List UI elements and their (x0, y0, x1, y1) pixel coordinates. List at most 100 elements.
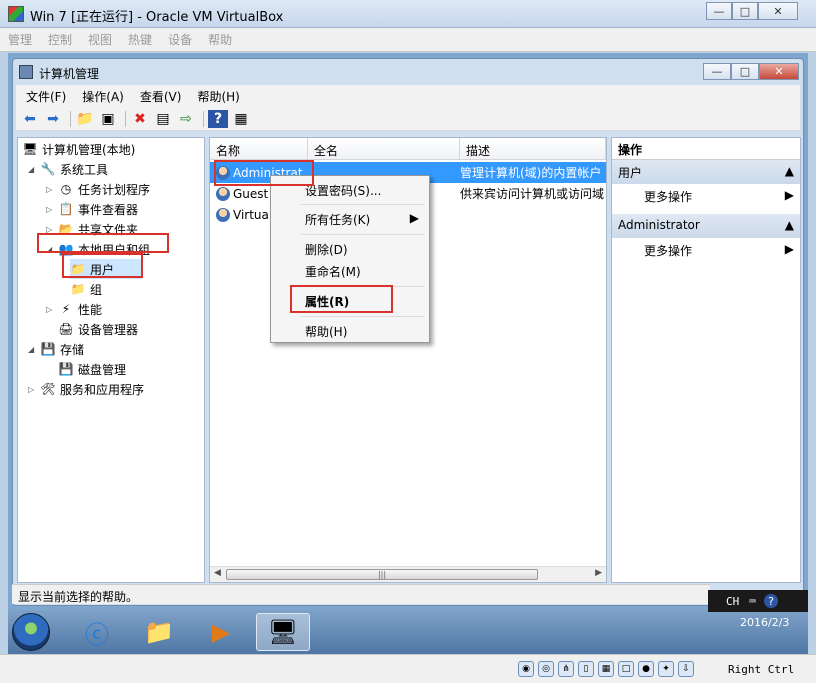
mmc-minimize-button[interactable]: — (703, 63, 731, 80)
tree-item-system-tools[interactable]: ◢ 🔧 系统工具 (28, 159, 108, 179)
menu-item-rename[interactable]: 重命名(M) (273, 260, 427, 282)
menu-help[interactable]: 帮助(H) (197, 88, 239, 105)
collapse-up-icon[interactable]: ▲ (785, 164, 794, 180)
language-bar[interactable]: CH ⌨ ? (708, 590, 808, 612)
optical-drive-icon[interactable]: ◎ (538, 661, 554, 677)
context-menu: 设置密码(S)... 所有任务(K) ▶ 删除(D) 重命名(M) 属性(R) 帮… (270, 175, 430, 343)
mmc-title: 计算机管理 (39, 67, 100, 81)
menu-action[interactable]: 操作(A) (82, 88, 124, 105)
toolbar-separator (70, 110, 71, 127)
back-arrow-icon[interactable]: ⬅ (20, 110, 40, 128)
user-icon (216, 207, 230, 222)
menu-item-delete[interactable]: 删除(D) (273, 238, 427, 260)
more-actions-users[interactable]: 更多操作 ▶ (612, 184, 800, 208)
network-icon[interactable]: ▦ (598, 661, 614, 677)
expand-arrow-icon[interactable]: ▷ (46, 305, 58, 314)
menu-view[interactable]: 查看(V) (140, 88, 182, 105)
tree-item-event-viewer[interactable]: ▷ 📋 事件查看器 (46, 199, 138, 219)
tree-item-performance[interactable]: ▷ ⚡ 性能 (46, 299, 102, 319)
scroll-right-icon[interactable]: ▶ (595, 568, 602, 578)
submenu-arrow-icon: ▶ (409, 211, 419, 225)
performance-icon: ⚡ (61, 302, 71, 316)
maximize-button[interactable]: □ (732, 2, 758, 20)
taskbar: ⓒ 📁 ▶ 🖥 2016/2/3 (8, 610, 808, 654)
expand-arrow-icon[interactable]: ▷ (28, 385, 40, 394)
expand-arrow-icon[interactable]: ▷ (46, 185, 58, 194)
menu-item-all-tasks[interactable]: 所有任务(K) ▶ (273, 208, 427, 230)
actions-group-users[interactable]: 用户 ▲ (612, 160, 800, 184)
tree-item-root[interactable]: 🖥 计算机管理(本地) (22, 139, 135, 159)
up-folder-icon[interactable]: 📁 (75, 110, 95, 128)
hard-disk-icon[interactable]: ◉ (518, 661, 534, 677)
start-button[interactable] (12, 613, 50, 651)
tree-item-task-scheduler[interactable]: ▷ ◷ 任务计划程序 (46, 179, 150, 199)
user-icon (216, 186, 230, 201)
video-capture-icon[interactable]: ● (638, 661, 654, 677)
display-icon[interactable]: □ (618, 661, 634, 677)
explorer-folder-icon[interactable]: 📁 (132, 613, 186, 651)
menu-devices[interactable]: 设备 (168, 31, 192, 48)
folder-icon: 📁 (70, 282, 86, 296)
column-name[interactable]: 名称 (210, 138, 308, 159)
properties-icon[interactable]: ▤ (153, 110, 173, 128)
scroll-left-icon[interactable]: ◀ (214, 568, 221, 578)
delete-icon[interactable]: ✖ (130, 110, 150, 128)
menu-item-help[interactable]: 帮助(H) (273, 320, 427, 342)
close-button[interactable]: ✕ (758, 2, 798, 20)
show-action-pane-icon[interactable]: ▦ (231, 110, 251, 128)
help-icon[interactable]: ? (208, 109, 228, 128)
export-list-icon[interactable]: ⇨ (176, 110, 196, 128)
toolbar-separator (203, 110, 204, 127)
usb-icon[interactable]: ⋔ (558, 661, 574, 677)
tree-item-groups[interactable]: 📁 组 (70, 279, 103, 299)
menu-help[interactable]: 帮助 (208, 31, 232, 48)
forward-arrow-icon[interactable]: ➡ (43, 110, 63, 128)
vbox-menu-bar: 管理 控制 视图 热键 设备 帮助 (0, 28, 816, 52)
keyboard-icon[interactable]: ⌨ (749, 595, 756, 608)
host-key-icon[interactable]: ⇩ (678, 661, 694, 677)
tree-item-device-manager[interactable]: 🖨 设备管理器 (58, 319, 138, 339)
clock-icon: ◷ (60, 182, 72, 196)
tree-item-services-apps[interactable]: ▷ 🛠 服务和应用程序 (28, 379, 144, 399)
mmc-maximize-button[interactable]: □ (731, 63, 759, 80)
column-description[interactable]: 描述 (460, 138, 606, 159)
tree-item-storage[interactable]: ◢ 💾 存储 (28, 339, 84, 359)
device-manager-icon: 🖨 (58, 322, 74, 336)
actions-group-administrator[interactable]: Administrator ▲ (612, 214, 800, 238)
mmc-close-button[interactable]: ✕ (759, 63, 799, 80)
menu-file[interactable]: 文件(F) (26, 88, 66, 105)
more-actions-administrator[interactable]: 更多操作 ▶ (612, 238, 800, 262)
mmc-window-controls: — □ ✕ (703, 63, 799, 80)
console-tree: 🖥 计算机管理(本地) ◢ 🔧 系统工具 ▷ ◷ 任务计划程序 ▷ 📋 事件查看… (17, 137, 205, 583)
collapse-up-icon[interactable]: ▲ (785, 218, 794, 234)
menu-hotkey[interactable]: 热键 (128, 31, 152, 48)
tree-item-disk-management[interactable]: 💾 磁盘管理 (58, 359, 127, 379)
disk-icon: 💾 (58, 362, 74, 376)
collapse-arrow-icon[interactable]: ◢ (28, 345, 40, 354)
column-full-name[interactable]: 全名 (308, 138, 460, 159)
expand-arrow-icon[interactable]: ▷ (46, 205, 58, 214)
computer-icon: 🖥 (22, 142, 38, 156)
status-bar: 显示当前选择的帮助。 (12, 584, 710, 604)
horizontal-scrollbar[interactable]: ◀ ||| ▶ (210, 566, 606, 582)
computer-management-taskbar-icon[interactable]: 🖥 (256, 613, 310, 651)
mouse-integration-icon[interactable]: ✦ (658, 661, 674, 677)
scrollbar-thumb[interactable]: ||| (226, 569, 538, 580)
mmc-title-bar: 计算机管理 — □ ✕ (13, 59, 803, 85)
minimize-button[interactable]: — (706, 2, 732, 20)
menu-control[interactable]: 控制 (48, 31, 72, 48)
mmc-toolbar: ⬅ ➡ 📁 ▣ ✖ ▤ ⇨ ? ▦ (16, 107, 800, 131)
actions-pane: 操作 用户 ▲ 更多操作 ▶ Administrator ▲ 更多操作 ▶ (611, 137, 801, 583)
show-hide-tree-icon[interactable]: ▣ (98, 110, 118, 128)
shared-folders-icon[interactable]: ▯ (578, 661, 594, 677)
highlight-users (62, 253, 143, 278)
services-icon: 🛠 (40, 382, 56, 396)
computer-management-icon (19, 65, 33, 79)
toolbar-separator (125, 110, 126, 127)
help-icon[interactable]: ? (763, 594, 778, 608)
internet-explorer-icon[interactable]: ⓒ (70, 613, 124, 651)
menu-manage[interactable]: 管理 (8, 31, 32, 48)
media-player-icon[interactable]: ▶ (194, 613, 248, 651)
collapse-arrow-icon[interactable]: ◢ (28, 165, 40, 174)
menu-view[interactable]: 视图 (88, 31, 112, 48)
